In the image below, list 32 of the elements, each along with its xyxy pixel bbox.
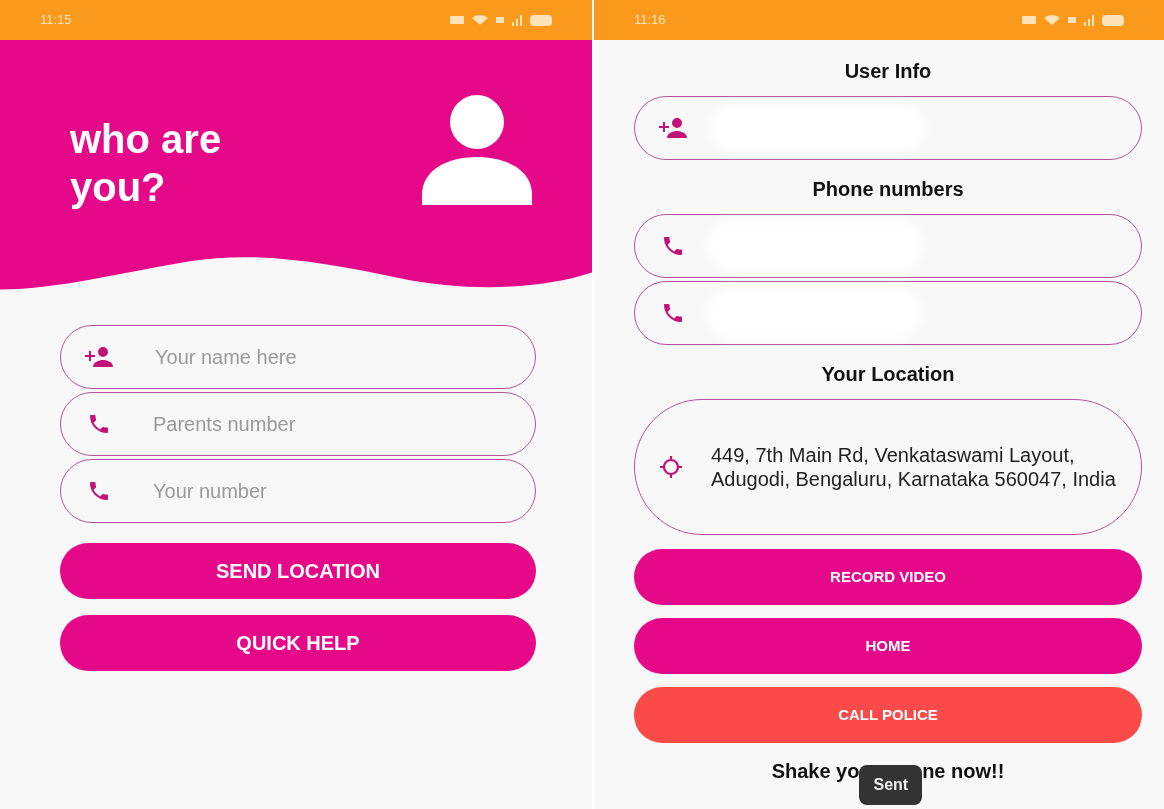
crosshair-icon [659, 455, 683, 479]
input-field[interactable]: Your name here [60, 325, 536, 389]
battery-icon [1102, 13, 1124, 27]
text-input[interactable]: Your number [141, 476, 511, 506]
battery-icon [530, 13, 552, 27]
text-input[interactable]: Parents number [141, 409, 511, 439]
wifi-icon [472, 13, 488, 27]
signal-icon [1084, 13, 1094, 27]
input-field[interactable]: Your number [60, 459, 536, 523]
section-title: Phone numbers [811, 177, 965, 202]
input-field[interactable]: 449, 7th Main Rd, Venkataswami Layout, Adugodi, Bengaluru, Karnataka 560047, India [634, 399, 1142, 535]
action-button[interactable]: HOME [634, 618, 1142, 674]
action-button[interactable]: RECORD VIDEO [634, 549, 1142, 605]
status-time: 11:15 [40, 11, 72, 30]
toast: Sent [859, 765, 923, 805]
action-button[interactable]: QUICK HELP [60, 615, 536, 671]
person-add-icon [85, 347, 115, 367]
action-button[interactable]: CALL POLICE [634, 687, 1142, 743]
message-text: Shake yo [771, 759, 860, 784]
person-add-icon [659, 118, 689, 138]
avatar-icon [422, 95, 532, 205]
message-text: ne now!! [922, 759, 1005, 784]
section-title: User Info [843, 59, 933, 84]
section-title: Your Location [820, 362, 956, 387]
input-field[interactable]: Parents number [60, 392, 536, 456]
text-input[interactable]: Your name here [143, 342, 511, 372]
action-button[interactable]: SEND LOCATION [60, 543, 536, 599]
status-time: 11:16 [634, 11, 666, 30]
header-title: who are you? [70, 116, 223, 211]
wifi-icon [1044, 13, 1060, 27]
location-value: 449, 7th Main Rd, Venkataswami Layout, Adugodi, Bengaluru, Karnataka 560047, India [711, 443, 1117, 491]
signal-icon [512, 13, 522, 27]
